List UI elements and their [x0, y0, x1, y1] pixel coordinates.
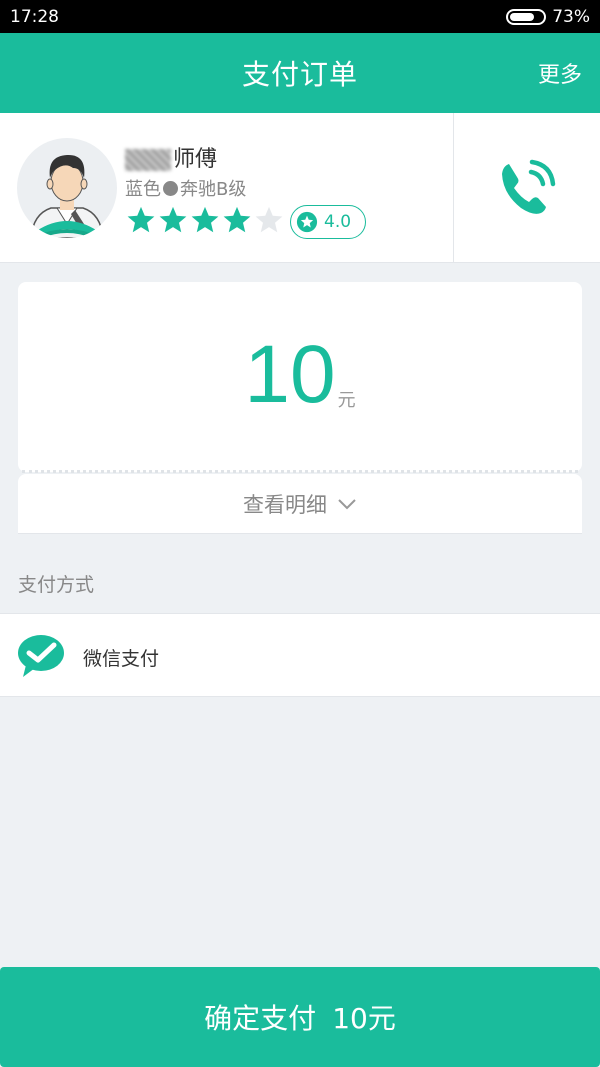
- phone-icon: [502, 159, 556, 214]
- rating-star-icon: [296, 211, 318, 233]
- status-right: 73%: [506, 7, 590, 27]
- rating-badge: 4.0: [290, 205, 366, 239]
- driver-star-rating: [126, 205, 284, 235]
- battery-percent: 73%: [552, 6, 590, 27]
- amount-unit: 元: [337, 390, 356, 411]
- car-color-dot-icon: [163, 180, 178, 196]
- chevron-down-icon: [338, 498, 356, 509]
- car-color: 蓝色: [125, 179, 161, 200]
- driver-name: 师傅: [125, 141, 217, 173]
- payment-section-label: 支付方式: [18, 574, 95, 596]
- driver-name-blurred: [125, 149, 171, 171]
- driver-avatar-icon: [30, 154, 104, 238]
- amount-card: 10 元: [18, 282, 582, 472]
- header: 支付订单 更多: [0, 33, 600, 113]
- driver-name-suffix: 师傅: [173, 147, 218, 172]
- payment-method-wechat[interactable]: 微信支付: [0, 613, 600, 697]
- car-model: 奔驰B级: [180, 179, 247, 200]
- payment-method-label: 微信支付: [83, 648, 160, 670]
- car-info: 蓝色 奔驰B级: [125, 175, 246, 201]
- star-empty-icon: [255, 206, 283, 233]
- more-button[interactable]: 更多: [538, 33, 582, 113]
- star-filled-icon: [159, 206, 187, 233]
- star-filled-icon: [127, 206, 155, 233]
- view-details-button[interactable]: 查看明细: [18, 474, 582, 534]
- star-filled-icon: [191, 206, 219, 233]
- amount-value: 10: [244, 329, 336, 420]
- driver-card: 师傅 蓝色 奔驰B级 4.0: [0, 113, 600, 263]
- confirm-pay-button[interactable]: 确定支付 10元: [0, 967, 600, 1067]
- status-time: 17:28: [10, 6, 59, 27]
- dotted-divider: [22, 470, 578, 473]
- status-bar: 17:28 73%: [0, 0, 600, 33]
- star-filled-icon: [223, 206, 251, 233]
- rating-value: 4.0: [324, 212, 352, 232]
- view-details-label: 查看明细: [243, 492, 327, 517]
- page-title: 支付订单: [241, 58, 358, 91]
- confirm-pay-amount: 10元: [332, 1002, 396, 1035]
- amount-display: 10 元: [18, 334, 582, 416]
- call-driver-button[interactable]: [454, 113, 600, 263]
- battery-fill: [510, 12, 534, 21]
- battery-icon: [506, 8, 547, 25]
- confirm-pay-label: 确定支付: [204, 1002, 317, 1035]
- wechat-pay-icon: [18, 635, 64, 677]
- driver-avatar: [17, 138, 117, 238]
